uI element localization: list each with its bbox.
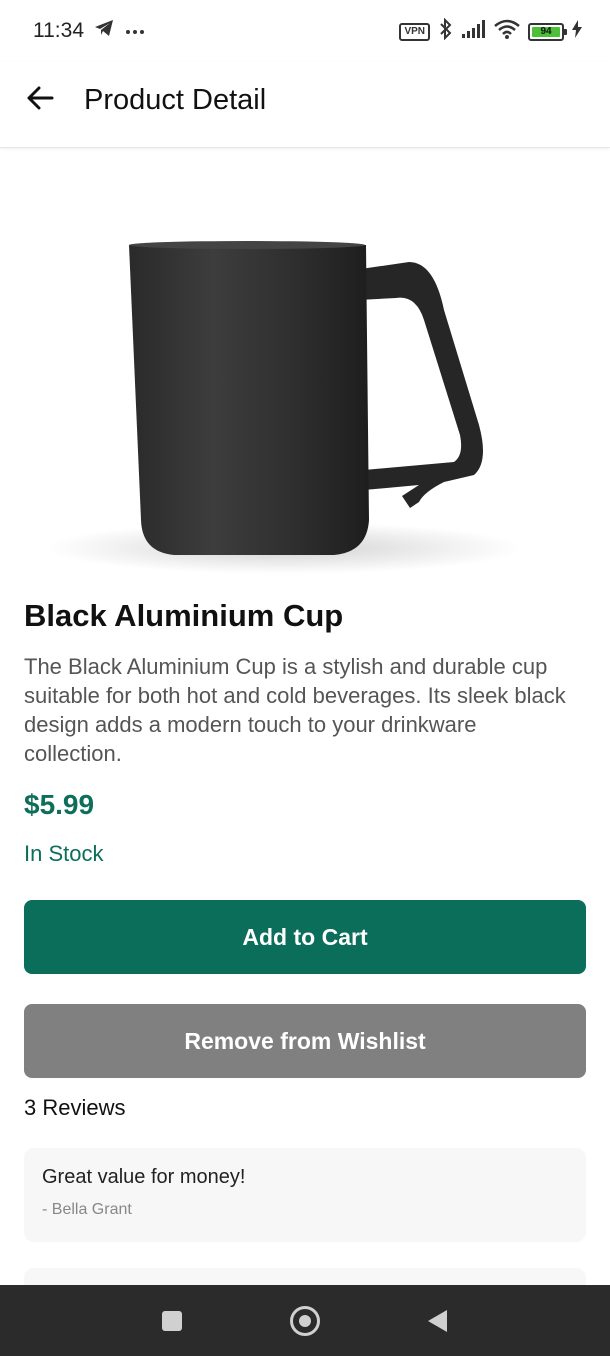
reviews-count: 3 Reviews: [24, 1095, 126, 1120]
add-to-cart-button[interactable]: Add to Cart: [24, 900, 586, 974]
page-title: Product Detail: [84, 84, 267, 116]
product-price: $5.99: [24, 789, 95, 820]
remove-from-wishlist-button[interactable]: Remove from Wishlist: [24, 1004, 586, 1078]
product-image: [24, 200, 586, 576]
arrow-left-icon: [26, 86, 54, 115]
back-button[interactable]: [20, 80, 60, 120]
back-triangle-icon[interactable]: [428, 1310, 447, 1332]
system-nav-bar: [0, 1285, 610, 1356]
review-card: Great value for money! - Bella Grant: [24, 1148, 586, 1242]
product-name: Black Aluminium Cup: [24, 598, 344, 633]
vpn-icon: VPN: [399, 22, 430, 41]
recent-apps-icon[interactable]: [162, 1311, 182, 1331]
stock-status: In Stock: [24, 841, 104, 866]
more-dots-icon: [125, 22, 145, 40]
home-icon[interactable]: [290, 1306, 320, 1336]
status-time: 11:34: [33, 19, 84, 42]
status-bar: 11:34 VPN 94: [0, 0, 610, 62]
telegram-icon: [93, 18, 115, 43]
product-description: The Black Aluminium Cup is a stylish and…: [24, 654, 566, 766]
charging-icon: [572, 20, 582, 43]
wifi-icon: [494, 19, 520, 44]
bluetooth-icon: [438, 17, 454, 45]
signal-icon: [462, 20, 486, 43]
review-text: Great value for money!: [42, 1166, 246, 1188]
battery-icon: 94: [528, 22, 567, 41]
review-author: - Bella Grant: [42, 1201, 132, 1218]
app-bar: Product Detail: [0, 62, 610, 148]
